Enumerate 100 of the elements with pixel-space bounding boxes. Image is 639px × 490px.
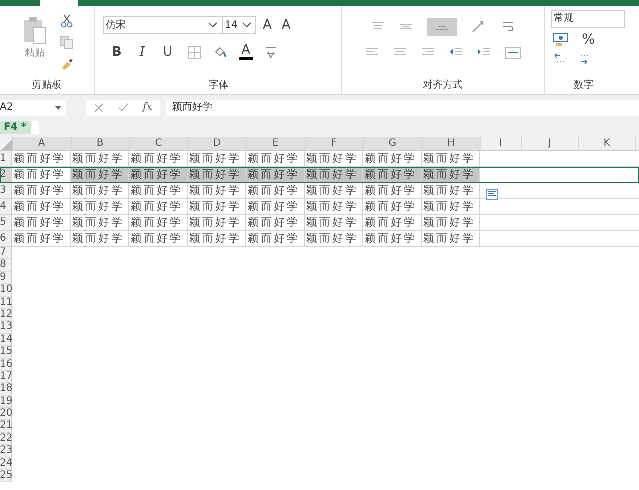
row-header[interactable]: 4: [0, 199, 12, 214]
table-cell: 颖而好学: [246, 231, 304, 246]
align-center-icon[interactable]: [393, 48, 407, 58]
table-cell: 颖而好学: [246, 199, 304, 214]
decrease-indent-icon[interactable]: [449, 48, 463, 58]
table-cell: 颖而好学: [363, 183, 422, 198]
table-cell: 颖而好学: [304, 151, 363, 166]
row-header[interactable]: 18: [0, 383, 12, 396]
underline-button[interactable]: U: [160, 44, 176, 60]
cancel-icon[interactable]: [94, 102, 104, 112]
table-cell: 颖而好学: [12, 231, 70, 246]
fill-bucket-icon[interactable]: [212, 46, 227, 58]
merge-cells-icon[interactable]: [505, 47, 521, 59]
column-header[interactable]: H: [422, 137, 481, 150]
row-header[interactable]: 1: [0, 151, 12, 166]
row-header[interactable]: 14: [0, 334, 12, 346]
clipboard-icon: [22, 16, 48, 46]
column-header[interactable]: G: [364, 137, 422, 150]
table-cell: 颖而好学: [129, 199, 188, 214]
table-cell: 颖而好学: [304, 183, 363, 198]
wrap-text-icon[interactable]: [501, 20, 515, 34]
row-header[interactable]: 2: [0, 167, 12, 182]
row-header[interactable]: 22: [0, 432, 12, 446]
row-header[interactable]: 15: [0, 346, 12, 359]
table-cell: 颖而好学: [422, 151, 480, 166]
formula-field[interactable]: 颖而好学: [166, 100, 639, 116]
table-cell: 颖而好学: [70, 215, 129, 230]
row-header[interactable]: 9: [0, 272, 12, 284]
column-header[interactable]: F: [306, 137, 364, 150]
row-header[interactable]: 12: [0, 308, 12, 322]
column-header[interactable]: J: [522, 137, 579, 150]
table-cell: 颖而好学: [188, 231, 246, 246]
align-left-icon[interactable]: [365, 48, 379, 58]
currency-icon[interactable]: [553, 33, 569, 47]
percent-button[interactable]: %: [579, 32, 598, 48]
column-header[interactable]: A: [13, 137, 72, 150]
column-header[interactable]: C: [130, 137, 188, 150]
table-cell: 颖而好学: [363, 215, 422, 230]
table-cell: 颖而好学: [304, 231, 363, 246]
column-header[interactable]: D: [188, 137, 247, 150]
table-cell: 颖而好学: [422, 167, 480, 182]
row-header[interactable]: 7: [0, 247, 12, 260]
phonetic-icon[interactable]: [265, 45, 278, 59]
grow-font-button[interactable]: A: [260, 18, 275, 32]
increase-indent-icon[interactable]: [477, 48, 491, 58]
table-cell: 颖而好学: [188, 151, 246, 166]
table-cell: 颖而好学: [70, 199, 129, 214]
align-middle-icon[interactable]: [399, 22, 413, 32]
confirm-icon[interactable]: [118, 102, 129, 112]
row-header[interactable]: 13: [0, 321, 12, 334]
scissors-icon[interactable]: [60, 14, 74, 28]
table-cell: 颖而好学: [129, 231, 188, 246]
row-header[interactable]: 11: [0, 296, 12, 309]
align-bottom-button[interactable]: [427, 18, 457, 36]
insert-function-button[interactable]: fx: [143, 102, 152, 113]
table-cell: 颖而好学: [422, 183, 480, 198]
bold-button[interactable]: B: [109, 44, 125, 60]
column-header[interactable]: I: [481, 137, 522, 150]
caret-icon: [208, 22, 218, 28]
row-header[interactable]: 8: [0, 259, 12, 272]
row-header[interactable]: 19: [0, 396, 12, 408]
row-header[interactable]: 17: [0, 370, 12, 384]
row-header[interactable]: 24: [0, 458, 12, 470]
shrink-font-button[interactable]: A: [278, 18, 294, 32]
table-cell: 颖而好学: [129, 215, 188, 230]
row-header[interactable]: 20: [0, 408, 12, 420]
column-header[interactable]: E: [247, 137, 306, 150]
row-header[interactable]: 3: [0, 183, 12, 198]
brush-icon[interactable]: [60, 58, 74, 70]
row-header[interactable]: 6: [0, 231, 12, 246]
borders-icon[interactable]: [188, 46, 201, 58]
copy-icon[interactable]: [60, 36, 74, 50]
name-box[interactable]: A2: [0, 100, 66, 116]
table-cell: 颖而好学: [188, 199, 246, 214]
table-cell: 颖而好学: [246, 167, 304, 182]
row-header[interactable]: 25: [0, 470, 12, 482]
caret-icon: [242, 22, 252, 28]
row-header[interactable]: 10: [0, 284, 12, 297]
table-cell: 颖而好学: [129, 183, 188, 198]
row-header[interactable]: 16: [0, 358, 12, 371]
row-header[interactable]: 21: [0, 420, 12, 433]
table-cell: 颖而好学: [246, 151, 304, 166]
row-header[interactable]: 23: [0, 445, 12, 458]
group-label: 对齐方式: [423, 78, 463, 92]
font-color-button[interactable]: A: [238, 44, 254, 60]
italic-button[interactable]: I: [136, 44, 148, 60]
table-cell: 颖而好学: [188, 215, 246, 230]
column-header[interactable]: K: [579, 137, 636, 150]
font-name-dropdown[interactable]: 仿宋: [103, 16, 223, 34]
number-format-field[interactable]: 常规: [551, 10, 625, 28]
font-size-dropdown[interactable]: 14: [222, 16, 256, 34]
row-header[interactable]: 5: [0, 215, 12, 230]
group-label: 数字: [574, 78, 594, 92]
align-right-icon[interactable]: [421, 48, 435, 58]
sheet-tab[interactable]: F4 *: [0, 120, 30, 134]
align-top-icon[interactable]: [371, 22, 385, 32]
table-cell: 颖而好学: [70, 231, 129, 246]
column-header[interactable]: B: [72, 137, 130, 150]
group-label: 字体: [209, 78, 229, 92]
table-cell: 颖而好学: [188, 183, 246, 198]
